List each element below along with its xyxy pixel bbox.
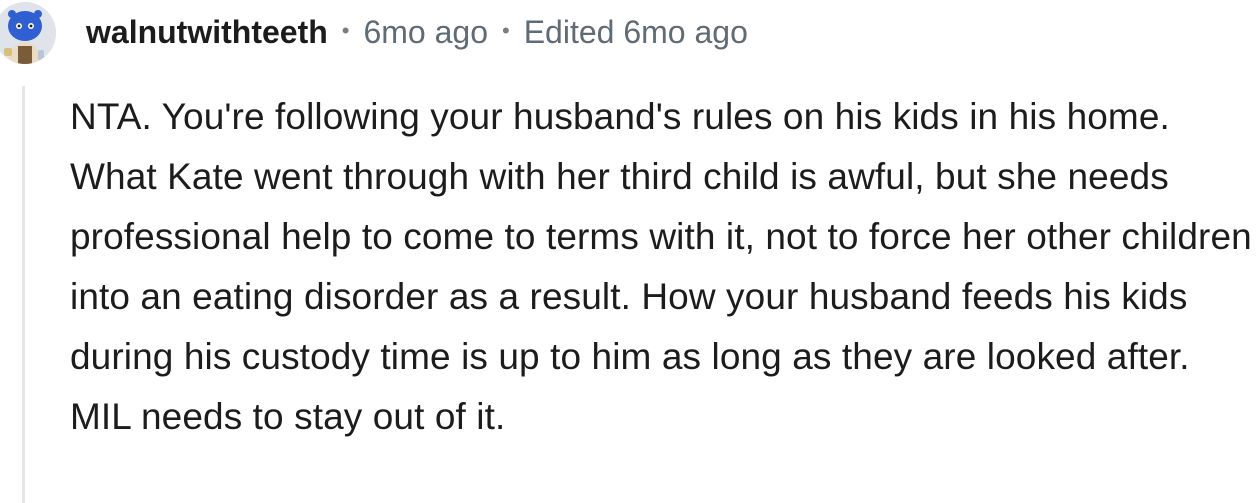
thread-line[interactable] <box>22 86 25 503</box>
meta-separator: • <box>341 18 350 43</box>
avatar[interactable] <box>0 2 56 64</box>
comment: walnutwithteeth • 6mo ago • Edited 6mo a… <box>0 0 1260 503</box>
edited-time: Edited 6mo ago <box>523 13 748 50</box>
posted-time[interactable]: 6mo ago <box>363 14 488 51</box>
author-username[interactable]: walnutwithteeth <box>86 14 328 51</box>
snoo-avatar-icon <box>0 2 56 64</box>
comment-body: NTA. You're following your husband's rul… <box>70 96 1252 437</box>
comment-header: walnutwithteeth • 6mo ago • Edited 6mo a… <box>86 10 748 54</box>
meta-separator: • <box>502 18 510 43</box>
